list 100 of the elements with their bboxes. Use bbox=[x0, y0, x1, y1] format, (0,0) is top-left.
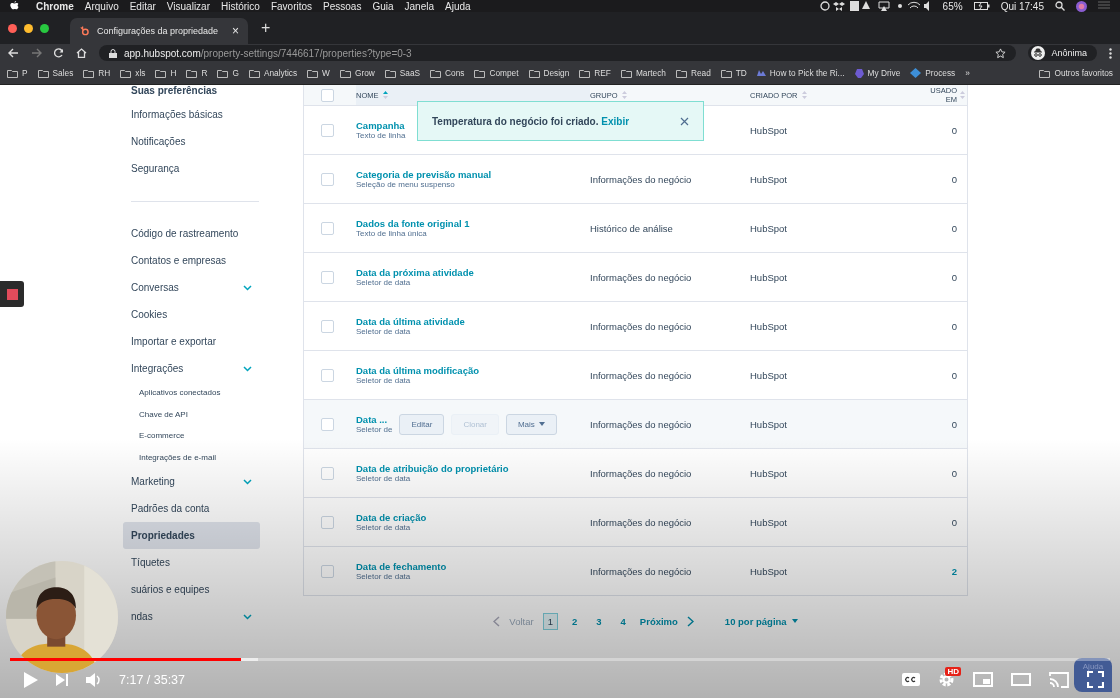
sidebar-item[interactable]: Tíquetes bbox=[123, 549, 260, 576]
menu-item[interactable]: Histórico bbox=[221, 0, 260, 12]
menu-item[interactable]: Janela bbox=[404, 0, 434, 12]
property-type: Seletor de data bbox=[356, 572, 412, 581]
browser-tab[interactable]: Configurações da propriedade × bbox=[70, 18, 248, 44]
usage-count: 0 bbox=[950, 222, 957, 234]
property-name-link[interactable]: Data da última modificação bbox=[356, 365, 479, 376]
sidebar-item[interactable]: suários e equipes bbox=[123, 576, 260, 603]
profile-button[interactable]: Anônima bbox=[1028, 45, 1097, 61]
sidebar-item[interactable]: Integrações bbox=[123, 355, 260, 382]
usage-count: 0 bbox=[950, 173, 957, 185]
menu-item[interactable]: Ajuda bbox=[445, 0, 471, 12]
toast-message: Temperatura do negócio foi criado. Exibir bbox=[432, 115, 631, 127]
bookmark[interactable]: RH bbox=[83, 68, 111, 78]
usage-count: 0 bbox=[950, 516, 957, 528]
property-name-link[interactable]: Data ... bbox=[356, 414, 393, 425]
bookmark[interactable]: SaaS bbox=[384, 68, 421, 78]
group-cell-text: Informações do negócio bbox=[590, 271, 693, 283]
bookmark[interactable]: Compet bbox=[474, 68, 519, 78]
property-name-link[interactable]: Data de fechamento bbox=[356, 561, 447, 572]
menu-item[interactable]: Visualizar bbox=[166, 0, 210, 12]
bookmark[interactable]: How to Pick the Ri... bbox=[756, 68, 845, 78]
creator-cell-text: HubSpot bbox=[750, 467, 788, 479]
bookmark[interactable]: TD bbox=[720, 68, 747, 78]
page-link[interactable]: 1 bbox=[542, 612, 558, 630]
battery-percentage: 65% bbox=[942, 0, 963, 12]
menu-item[interactable]: Guia bbox=[372, 0, 394, 12]
bookmark[interactable]: P bbox=[7, 68, 28, 78]
group-cell-text: Informações do negócio bbox=[590, 369, 693, 381]
app-menu[interactable]: Chrome bbox=[36, 0, 74, 12]
property-name-link[interactable]: Categoria de previsão manual bbox=[356, 169, 492, 180]
bookmark[interactable]: Design bbox=[528, 68, 570, 78]
property-type: Seletor de data bbox=[356, 278, 412, 287]
menu-item[interactable]: Editar bbox=[129, 0, 156, 12]
property-type: Texto de linha bbox=[356, 131, 406, 140]
property-name-link[interactable]: Data de atribuição do proprietário bbox=[356, 463, 509, 474]
creator-cell-text: HubSpot bbox=[750, 369, 788, 381]
address-field[interactable]: app.hubspot.com/property-settings/7446617/properties?type=0-3 bbox=[99, 45, 1017, 61]
property-name-link[interactable]: Data de criação bbox=[356, 512, 427, 523]
sidebar-item[interactable]: Informações básicas bbox=[123, 101, 260, 128]
group-cell-text: Informações do negócio bbox=[590, 418, 693, 430]
sidebar-item[interactable]: Aplicativos conectados bbox=[123, 382, 260, 404]
bookmark[interactable]: G bbox=[217, 68, 239, 78]
group-cell-text: Informações do negócio bbox=[590, 565, 693, 577]
sidebar-item[interactable]: Notificações bbox=[123, 128, 260, 155]
usage-count-link[interactable]: 2 bbox=[910, 565, 957, 577]
sidebar-item[interactable]: E-commerce bbox=[123, 425, 260, 447]
sidebar-item[interactable]: Código de rastreamento bbox=[123, 220, 260, 247]
sidebar-item[interactable]: Cookies bbox=[123, 301, 260, 328]
bookmark[interactable]: Analytics bbox=[248, 68, 298, 78]
bookmark[interactable]: xls bbox=[120, 68, 146, 78]
row-action-button[interactable]: Editar bbox=[399, 413, 445, 435]
bookmark[interactable]: My Drive bbox=[854, 68, 901, 78]
sidebar-item[interactable]: Conversas bbox=[123, 274, 260, 301]
property-name-link[interactable]: Data da próxima atividade bbox=[356, 267, 474, 278]
bookmark[interactable]: Grow bbox=[339, 68, 375, 78]
bookmark[interactable]: W bbox=[307, 68, 330, 78]
sidebar-item[interactable]: Importar e exportar bbox=[123, 328, 260, 355]
sidebar-item[interactable]: Suas preferências bbox=[123, 85, 260, 101]
bookmark[interactable]: REF bbox=[579, 68, 611, 78]
sidebar-item[interactable]: ndas bbox=[123, 603, 260, 630]
tab-title: Configurações da propriedade bbox=[96, 26, 218, 36]
bookmark[interactable]: Outros favoritos bbox=[1039, 68, 1113, 78]
property-name-link[interactable]: Data da última atividade bbox=[356, 316, 465, 327]
usage-count: 0 bbox=[950, 271, 957, 283]
property-type: Seleção de menu suspenso bbox=[356, 180, 456, 189]
bookmark[interactable]: Martech bbox=[620, 68, 666, 78]
menu-item[interactable]: Pessoas bbox=[323, 0, 362, 12]
close-tab-button[interactable]: × bbox=[232, 24, 239, 38]
more-bookmarks-button[interactable]: » bbox=[965, 68, 970, 78]
group-cell-text: Informações do negócio bbox=[590, 320, 693, 332]
new-tab-button[interactable]: + bbox=[261, 19, 271, 37]
bookmark[interactable]: R bbox=[186, 68, 208, 78]
sidebar-item[interactable]: Padrões da conta bbox=[123, 495, 260, 522]
sidebar-item[interactable]: Contatos e empresas bbox=[123, 247, 260, 274]
property-type: Texto de linha única bbox=[356, 229, 428, 238]
creator-cell-text: HubSpot bbox=[750, 320, 788, 332]
sidebar-item[interactable]: Propriedades bbox=[123, 522, 260, 549]
property-name-link[interactable]: Campanha bbox=[356, 120, 406, 131]
menu-clock[interactable]: Qui 17:45 bbox=[1000, 0, 1044, 12]
sidebar-item[interactable]: Marketing bbox=[123, 468, 260, 495]
row-action-button[interactable]: Mais bbox=[505, 413, 557, 435]
menu-item[interactable]: Arquivo bbox=[84, 0, 119, 12]
sidebar-item[interactable]: Integrações de e-mail bbox=[123, 446, 260, 468]
group-cell-text: Informações do negócio bbox=[590, 516, 693, 528]
bookmark[interactable]: Cons bbox=[430, 68, 465, 78]
property-type: Seletor de data bbox=[356, 523, 412, 532]
creator-cell-text: HubSpot bbox=[750, 124, 788, 136]
property-type: Seletor de bbox=[356, 425, 393, 434]
sidebar-item[interactable]: Segurança bbox=[123, 155, 260, 182]
creator-cell-text: HubSpot bbox=[750, 222, 788, 234]
sidebar-item[interactable]: Chave de API bbox=[123, 403, 260, 425]
bookmark[interactable]: Process bbox=[910, 68, 956, 78]
bookmark[interactable]: H bbox=[155, 68, 177, 78]
property-name-link[interactable]: Dados da fonte original 1 bbox=[356, 218, 470, 229]
menu-item[interactable]: Favoritos bbox=[270, 0, 313, 12]
bookmark[interactable]: Read bbox=[675, 68, 711, 78]
usage-count: 0 bbox=[950, 418, 957, 430]
bookmark[interactable]: Sales bbox=[37, 68, 74, 78]
usage-count: 0 bbox=[950, 467, 957, 479]
